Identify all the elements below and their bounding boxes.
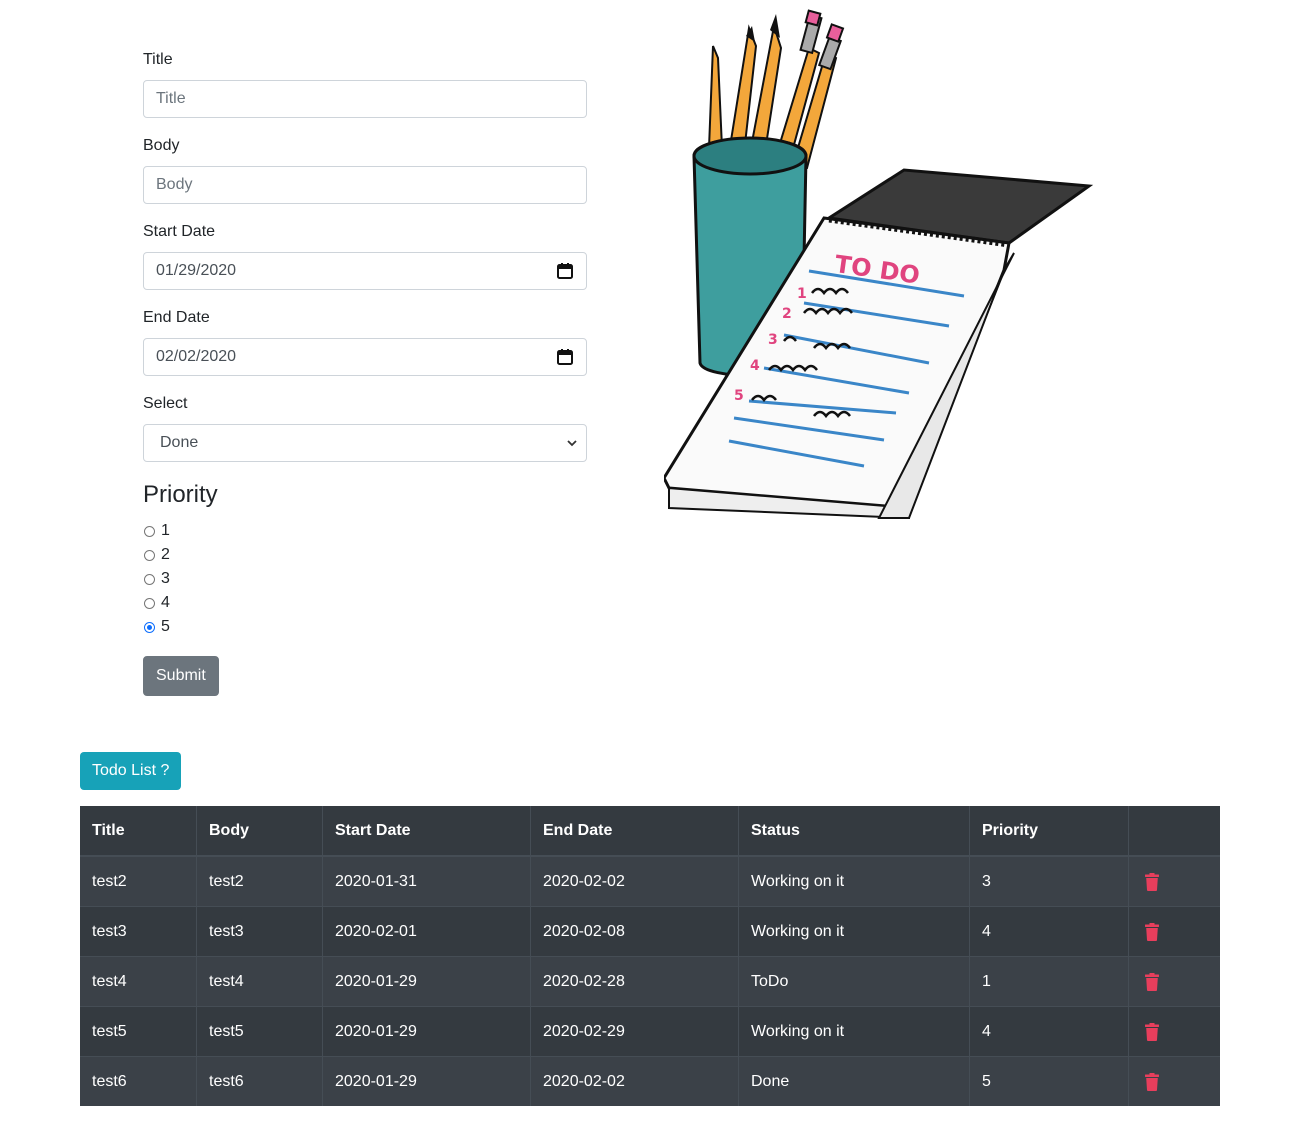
body-label: Body <box>143 137 180 154</box>
header-title: Title <box>80 806 197 857</box>
priority-option-label: 5 <box>161 618 170 635</box>
notepad-list-number: 1 <box>797 286 807 302</box>
priority-radio[interactable] <box>144 573 155 585</box>
trash-icon[interactable] <box>1145 972 1159 991</box>
priority-radio[interactable] <box>144 525 155 537</box>
cell-delete <box>1128 855 1220 907</box>
chevron-down-icon <box>567 440 577 447</box>
header-status: Status <box>738 806 970 857</box>
priority-option-1[interactable]: 1 <box>143 519 587 543</box>
notepad-list-number: 2 <box>782 306 792 322</box>
cell-status: Working on it <box>738 906 970 957</box>
cell-priority: 5 <box>969 1056 1129 1106</box>
priority-option-2[interactable]: 2 <box>143 543 587 567</box>
cell-end-date: 2020-02-28 <box>530 956 739 1007</box>
priority-option-label: 4 <box>161 594 170 611</box>
cell-title: test3 <box>80 906 197 957</box>
table-row: test4 test4 2020-01-29 2020-02-28 ToDo 1 <box>80 956 1220 1007</box>
priority-option-3[interactable]: 3 <box>143 567 587 591</box>
cell-title: test4 <box>80 956 197 1007</box>
cell-body: test5 <box>196 1006 323 1057</box>
priority-option-label: 1 <box>161 522 170 539</box>
cell-end-date: 2020-02-29 <box>530 1006 739 1057</box>
cell-body: test6 <box>196 1056 323 1106</box>
trash-icon[interactable] <box>1145 1072 1159 1091</box>
cell-delete <box>1128 956 1220 1007</box>
end-date-label: End Date <box>143 309 210 326</box>
cell-delete <box>1128 1006 1220 1057</box>
cell-priority: 1 <box>969 956 1129 1007</box>
priority-radio-selected[interactable] <box>144 621 155 633</box>
header-end-date: End Date <box>530 806 739 857</box>
header-body: Body <box>196 806 323 857</box>
priority-option-label: 3 <box>161 570 170 587</box>
status-select[interactable]: Done <box>143 424 587 462</box>
cell-priority: 4 <box>969 1006 1129 1057</box>
end-date-value: 02/02/2020 <box>156 348 237 365</box>
priority-heading: Priority <box>143 481 218 508</box>
cell-status: Done <box>738 1056 970 1106</box>
trash-icon[interactable] <box>1145 872 1159 891</box>
cell-delete <box>1128 906 1220 957</box>
cell-status: Working on it <box>738 855 970 907</box>
cell-body: test3 <box>196 906 323 957</box>
cell-start-date: 2020-01-29 <box>322 1006 531 1057</box>
title-label: Title <box>143 51 173 68</box>
cell-priority: 3 <box>969 855 1129 907</box>
start-date-input[interactable]: 01/29/2020 <box>143 252 587 290</box>
notepad-list-number: 4 <box>750 358 760 374</box>
trash-icon[interactable] <box>1145 1022 1159 1041</box>
cell-start-date: 2020-01-29 <box>322 956 531 1007</box>
priority-option-5[interactable]: 5 <box>143 615 587 639</box>
title-placeholder: Title <box>156 90 186 107</box>
cell-body: test2 <box>196 855 323 907</box>
submit-button[interactable]: Submit <box>143 656 219 696</box>
cell-end-date: 2020-02-02 <box>530 1056 739 1106</box>
priority-option-label: 2 <box>161 546 170 563</box>
header-priority: Priority <box>969 806 1129 857</box>
todo-list-button[interactable]: Todo List ? <box>80 752 182 790</box>
todo-table: Title Body Start Date End Date Status Pr… <box>80 806 1220 1106</box>
cell-start-date: 2020-02-01 <box>322 906 531 957</box>
start-date-label: Start Date <box>143 223 216 240</box>
table-row: test2 test2 2020-01-31 2020-02-02 Workin… <box>80 855 1220 907</box>
cell-start-date: 2020-01-31 <box>322 855 531 907</box>
todo-form: Title Title Body Body Start Date 01/29/2… <box>143 48 587 696</box>
title-input[interactable]: Title <box>143 80 587 118</box>
cell-delete <box>1128 1056 1220 1106</box>
cell-start-date: 2020-01-29 <box>322 1056 531 1106</box>
priority-option-4[interactable]: 4 <box>143 591 587 615</box>
todo-illustration: TO DO 1 2 3 4 5 <box>664 9 1094 520</box>
select-label: Select <box>143 395 188 412</box>
calendar-icon[interactable] <box>556 348 574 366</box>
cell-status: Working on it <box>738 1006 970 1057</box>
notepad-list-number: 5 <box>734 388 744 404</box>
notepad-list-number: 3 <box>768 332 778 348</box>
table-row: test3 test3 2020-02-01 2020-02-08 Workin… <box>80 906 1220 957</box>
table-row: test5 test5 2020-01-29 2020-02-29 Workin… <box>80 1006 1220 1057</box>
calendar-icon[interactable] <box>556 262 574 280</box>
start-date-value: 01/29/2020 <box>156 262 237 279</box>
table-header-row: Title Body Start Date End Date Status Pr… <box>80 806 1220 857</box>
cell-title: test2 <box>80 855 197 907</box>
cell-title: test5 <box>80 1006 197 1057</box>
header-actions <box>1128 806 1220 857</box>
end-date-input[interactable]: 02/02/2020 <box>143 338 587 376</box>
cell-status: ToDo <box>738 956 970 1007</box>
body-input[interactable]: Body <box>143 166 587 204</box>
status-select-value: Done <box>160 434 199 451</box>
header-start-date: Start Date <box>322 806 531 857</box>
priority-radio[interactable] <box>144 597 155 609</box>
body-placeholder: Body <box>156 176 193 193</box>
table-row: test6 test6 2020-01-29 2020-02-02 Done 5 <box>80 1056 1220 1106</box>
trash-icon[interactable] <box>1145 922 1159 941</box>
priority-radio[interactable] <box>144 549 155 561</box>
cell-body: test4 <box>196 956 323 1007</box>
cell-priority: 4 <box>969 906 1129 957</box>
cell-end-date: 2020-02-02 <box>530 855 739 907</box>
cell-end-date: 2020-02-08 <box>530 906 739 957</box>
cell-title: test6 <box>80 1056 197 1106</box>
